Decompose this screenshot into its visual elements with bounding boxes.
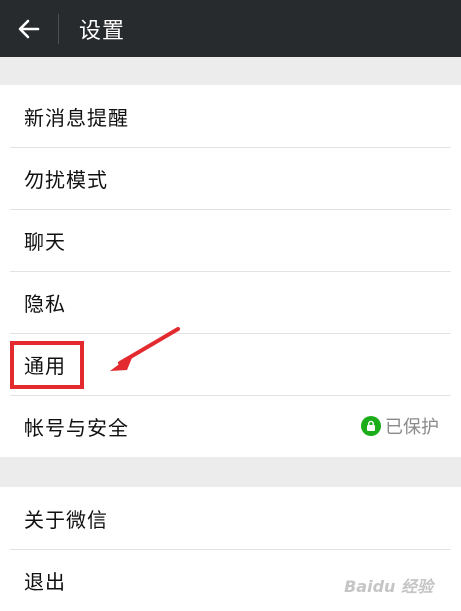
list-item-privacy[interactable]: 隐私 bbox=[0, 271, 461, 333]
page-title: 设置 bbox=[79, 18, 126, 44]
list-item-chat[interactable]: 聊天 bbox=[0, 209, 461, 271]
list-item-label: 帐号与安全 bbox=[24, 415, 129, 440]
status-text: 已保护 bbox=[385, 417, 439, 438]
list-item-account-security[interactable]: 帐号与安全 已保护 bbox=[0, 395, 461, 457]
list-item-new-message-alerts[interactable]: 新消息提醒 bbox=[0, 85, 461, 147]
top-bar: 设置 bbox=[0, 0, 461, 57]
list-item-label: 新消息提醒 bbox=[24, 105, 129, 130]
list-item-label: 退出 bbox=[24, 569, 66, 594]
list-item-label: 勿扰模式 bbox=[24, 167, 108, 192]
watermark: Baidu 经验 bbox=[344, 577, 433, 596]
highlight-box bbox=[10, 341, 84, 389]
list-item-about-wechat[interactable]: 关于微信 bbox=[0, 487, 461, 549]
pointer-arrow-icon bbox=[110, 327, 180, 371]
lock-icon bbox=[361, 416, 381, 436]
list-item-label: 关于微信 bbox=[24, 507, 108, 532]
list-item-do-not-disturb[interactable]: 勿扰模式 bbox=[0, 147, 461, 209]
list-item-label: 隐私 bbox=[24, 291, 66, 316]
list-item-label: 聊天 bbox=[24, 229, 66, 254]
account-protected-status: 已保护 bbox=[361, 395, 439, 457]
back-button[interactable] bbox=[0, 0, 58, 57]
settings-list: 新消息提醒 勿扰模式 聊天 隐私 通用 帐号与安全 已保护 bbox=[0, 85, 461, 457]
header-divider bbox=[58, 13, 59, 44]
arrow-left-icon bbox=[18, 19, 40, 38]
